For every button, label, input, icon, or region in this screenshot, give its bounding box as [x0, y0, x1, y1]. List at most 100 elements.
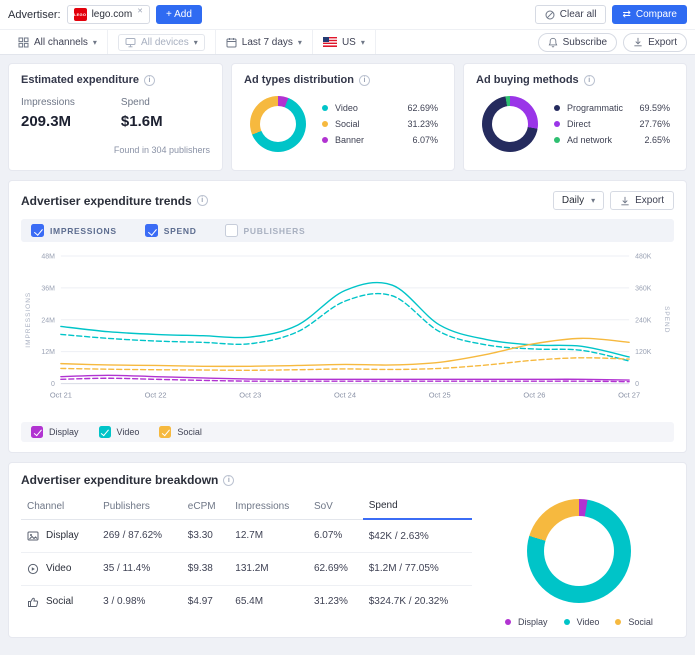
chevron-down-icon: ▾ [194, 38, 198, 47]
toggle-label: IMPRESSIONS [50, 226, 117, 236]
info-icon[interactable]: i [144, 75, 155, 86]
clear-icon [545, 10, 555, 20]
sov-cell: 62.69% [308, 552, 363, 585]
impressions-toggle[interactable]: IMPRESSIONS [31, 224, 117, 237]
ad-types-donut-chart [250, 96, 306, 152]
table-row[interactable]: Video 35 / 11.4% $9.38 131.2M 62.69% $1.… [21, 552, 472, 585]
svg-text:24M: 24M [41, 317, 55, 324]
legend-value: 69.59% [639, 103, 670, 113]
clear-all-button[interactable]: Clear all [535, 5, 607, 24]
country-dropdown[interactable]: US ▾ [313, 30, 376, 54]
video-legend-toggle[interactable]: Video [99, 426, 140, 438]
ad-buying-methods-card: Ad buying methods i Programmatic 69.59% … [463, 63, 687, 171]
export-label: Export [648, 37, 677, 48]
social-legend-toggle[interactable]: Social [159, 426, 202, 438]
svg-text:120K: 120K [635, 349, 652, 356]
trends-export-button[interactable]: Export [610, 191, 674, 210]
legend-item: Direct 27.76% [554, 119, 670, 129]
calendar-icon [226, 37, 237, 48]
legend-item: Programmatic 69.59% [554, 103, 670, 113]
breakdown-chart-area: Display Video Social [484, 493, 674, 627]
expenditure-trends-panel: Advertiser expenditure trends i Daily ▾ … [8, 180, 687, 453]
legend-label: Direct [567, 119, 591, 129]
date-range-dropdown[interactable]: Last 7 days ▾ [216, 30, 313, 54]
spend-cell: $42K / 2.63% [363, 519, 472, 552]
devices-icon [125, 37, 136, 48]
social-channel-icon [27, 596, 39, 608]
column-header-publishers[interactable]: Publishers [97, 493, 182, 519]
checkbox-icon [225, 224, 238, 237]
remove-advertiser-icon[interactable]: ✕ [137, 7, 143, 15]
channels-dropdown[interactable]: All channels ▾ [8, 30, 108, 54]
topbar: Advertiser: LEGO lego.com ✕ + Add Clear … [0, 0, 695, 29]
trends-export-label: Export [635, 195, 664, 206]
spend-toggle[interactable]: SPEND [145, 224, 197, 237]
toggle-label: PUBLISHERS [244, 226, 306, 236]
legend-label: Display [518, 617, 548, 627]
video-checkbox-icon [99, 426, 111, 438]
sov-cell: 6.07% [308, 519, 363, 552]
svg-text:240K: 240K [635, 317, 652, 324]
legend-label: Programmatic [567, 103, 623, 113]
advertiser-chip-label: lego.com [92, 9, 133, 20]
trends-title: Advertiser expenditure trends [21, 194, 192, 208]
info-icon[interactable]: i [197, 195, 208, 206]
column-header-sov[interactable]: SoV [308, 493, 363, 519]
svg-text:36M: 36M [41, 285, 55, 292]
display-legend-toggle[interactable]: Display [31, 426, 79, 438]
publishers-cell: 269 / 87.62% [97, 519, 182, 552]
advertiser-label: Advertiser: [8, 9, 61, 21]
compare-button[interactable]: ⇄ Compare [612, 5, 687, 24]
legend-item: Social 31.23% [322, 119, 438, 129]
table-header-row: Channel Publishers eCPM Impressions SoV … [21, 493, 472, 519]
advertiser-chip[interactable]: LEGO lego.com ✕ [67, 5, 150, 24]
subscribe-label: Subscribe [563, 37, 607, 48]
info-icon[interactable]: i [584, 75, 595, 86]
breakdown-title: Advertiser expenditure breakdown [21, 473, 218, 487]
column-header-impressions[interactable]: Impressions [229, 493, 308, 519]
display-bullet-icon [505, 619, 511, 625]
devices-dropdown[interactable]: All devices ▾ [108, 30, 216, 54]
table-row[interactable]: Display 269 / 87.62% $3.30 12.7M 6.07% $… [21, 519, 472, 552]
channels-label: All channels [34, 37, 88, 48]
interval-select[interactable]: Daily ▾ [553, 191, 604, 210]
expenditure-trends-chart: 0012M120K24M240K36M360K48M480KOct 21Oct … [21, 244, 674, 419]
filterbar: All channels ▾ All devices ▾ Last 7 days… [0, 29, 695, 55]
legend-item: Social [615, 617, 653, 627]
column-header-channel[interactable]: Channel [21, 493, 97, 519]
legend-value: 6.07% [412, 135, 438, 145]
publishers-toggle[interactable]: PUBLISHERS [225, 224, 306, 237]
channel-name: Social [46, 596, 73, 607]
bell-icon [548, 37, 558, 48]
legend-label: Social [335, 119, 360, 129]
table-row[interactable]: Social 3 / 0.98% $4.97 65.4M 31.23% $324… [21, 585, 472, 618]
compare-label: Compare [636, 9, 677, 20]
video-bullet-icon [322, 105, 328, 111]
ad-buying-donut-chart [482, 96, 538, 152]
column-header-spend[interactable]: Spend [363, 493, 472, 519]
breakdown-donut-chart [527, 499, 631, 603]
video-bullet-icon [564, 619, 570, 625]
svg-text:48M: 48M [41, 253, 55, 260]
info-icon[interactable]: i [223, 475, 234, 486]
subscribe-button[interactable]: Subscribe [538, 33, 617, 52]
legend-item: Banner 6.07% [322, 135, 438, 145]
legend-item: Ad network 2.65% [554, 135, 670, 145]
info-icon[interactable]: i [359, 75, 370, 86]
export-button[interactable]: Export [623, 33, 687, 52]
impressions-label: Impressions [21, 97, 75, 108]
checkbox-icon [31, 224, 44, 237]
ecpm-cell: $4.97 [182, 585, 229, 618]
legend-label: Video [335, 103, 358, 113]
summary-cards-row: Estimated expenditure i Impressions 209.… [8, 63, 687, 171]
legend-item: Video [564, 617, 600, 627]
programmatic-bullet-icon [554, 105, 560, 111]
add-advertiser-button[interactable]: + Add [156, 5, 202, 24]
impressions-value: 209.3M [21, 113, 75, 130]
interval-value: Daily [562, 195, 584, 206]
spend-cell: $324.7K / 20.32% [363, 585, 472, 618]
column-header-ecpm[interactable]: eCPM [182, 493, 229, 519]
download-icon [620, 196, 630, 206]
channel-legend-strip: Display Video Social [21, 422, 674, 442]
toggle-label: SPEND [164, 226, 197, 236]
